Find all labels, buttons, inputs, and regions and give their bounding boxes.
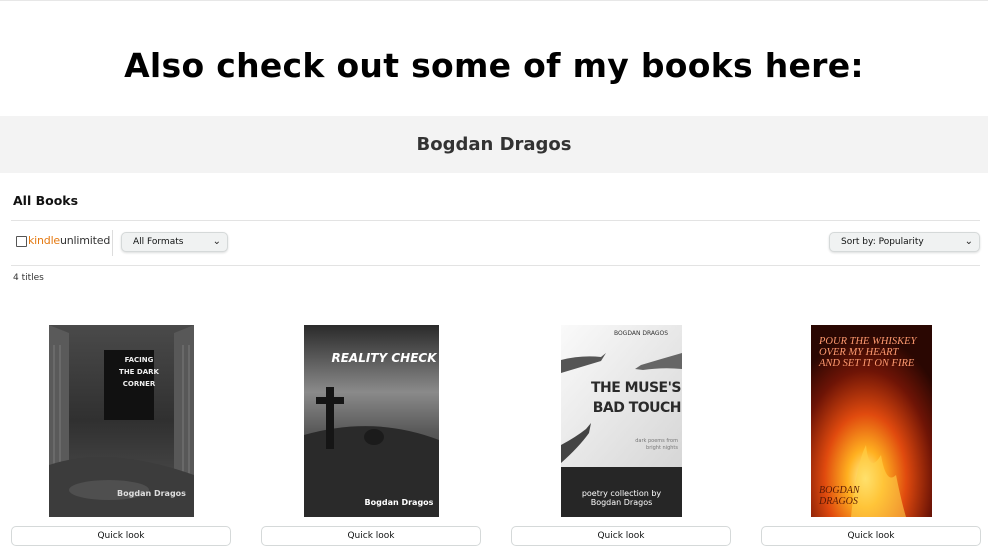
chevron-down-icon: ⌄ (964, 236, 973, 247)
filter-divider-bottom (11, 265, 980, 266)
book-cover[interactable]: POUR THE WHISKEY OVER MY HEART AND SET I… (811, 325, 932, 517)
cover-title-line: AND SET IT ON FIRE (819, 358, 915, 369)
cover-title-line: FACING (124, 356, 154, 364)
quick-look-button[interactable]: Quick look (511, 526, 731, 546)
titles-count: 4 titles (13, 273, 44, 283)
cover-subtitle: dark poems from bright nights (611, 438, 678, 452)
cover-title-line: THE DARK (119, 368, 159, 376)
chevron-down-icon: ⌄ (212, 236, 221, 247)
cover-title-line: POUR THE WHISKEY (819, 336, 917, 347)
cover-author-line: DRAGOS (819, 496, 858, 507)
cover-title: POUR THE WHISKEY OVER MY HEART AND SET I… (819, 336, 931, 369)
cover-title-line: OVER MY HEART (819, 347, 899, 358)
cover-title: REALITY CHECK (331, 351, 437, 365)
book-card: BOGDAN DRAGOS THE MUSE'S BAD TOUCH dark … (511, 325, 731, 547)
book-card: POUR THE WHISKEY OVER MY HEART AND SET I… (761, 325, 981, 547)
cover-title-line: BAD TOUCH (592, 400, 682, 416)
quick-look-button[interactable]: Quick look (761, 526, 981, 546)
top-divider (0, 0, 988, 1)
format-select-value: All Formats (133, 237, 184, 247)
book-card: REALITY CHECK Bogdan Dragos Quick look (261, 325, 481, 547)
cover-subtitle-line: dark poems from (635, 438, 678, 444)
cover-title: THE MUSE'S BAD TOUCH (581, 378, 682, 418)
kindle-wordmark: kindle (28, 234, 61, 247)
sort-select-value: Sort by: Popularity (841, 237, 924, 247)
kindle-unlimited-checkbox[interactable] (16, 236, 27, 247)
book-card: FACING THE DARK CORNER Bogdan Dragos Qui… (11, 325, 231, 547)
section-divider (11, 220, 980, 221)
filter-divider (112, 230, 113, 256)
book-cover[interactable]: BOGDAN DRAGOS THE MUSE'S BAD TOUCH dark … (561, 325, 682, 517)
book-cover[interactable]: FACING THE DARK CORNER Bogdan Dragos (49, 325, 194, 517)
cover-footer-line: poetry collection by (581, 489, 662, 498)
cover-subtitle-line: bright nights (646, 445, 678, 451)
quick-look-button[interactable]: Quick look (261, 526, 481, 546)
cover-title-line: THE MUSE'S (590, 380, 682, 396)
sort-select[interactable]: Sort by: Popularity ⌄ (829, 232, 980, 252)
author-name[interactable]: Bogdan Dragos (416, 134, 571, 155)
cover-footer: poetry collection by Bogdan Dragos (561, 489, 682, 507)
cover-author-line: BOGDAN (819, 485, 860, 496)
format-select[interactable]: All Formats ⌄ (121, 232, 228, 252)
cover-author: Bogdan Dragos (117, 489, 186, 498)
book-cover[interactable]: REALITY CHECK Bogdan Dragos (304, 325, 439, 517)
all-books-title: All Books (13, 193, 79, 208)
kindle-unlimited-logo[interactable]: kindleunlimited (28, 234, 110, 247)
cover-author: BOGDAN DRAGOS (819, 485, 879, 507)
quick-look-button[interactable]: Quick look (11, 526, 231, 546)
filter-bar: kindleunlimited All Formats ⌄ Sort by: P… (11, 230, 980, 256)
cover-title-line: CORNER (122, 380, 156, 388)
unlimited-wordmark: unlimited (60, 234, 111, 247)
author-header: Bogdan Dragos (0, 116, 988, 173)
cover-author-top: BOGDAN DRAGOS (613, 330, 669, 337)
cover-title: FACING THE DARK CORNER (104, 354, 174, 390)
promo-heading: Also check out some of my books here: (124, 46, 864, 85)
cover-footer-line: Bogdan Dragos (590, 498, 653, 507)
cover-author: Bogdan Dragos (364, 498, 434, 507)
